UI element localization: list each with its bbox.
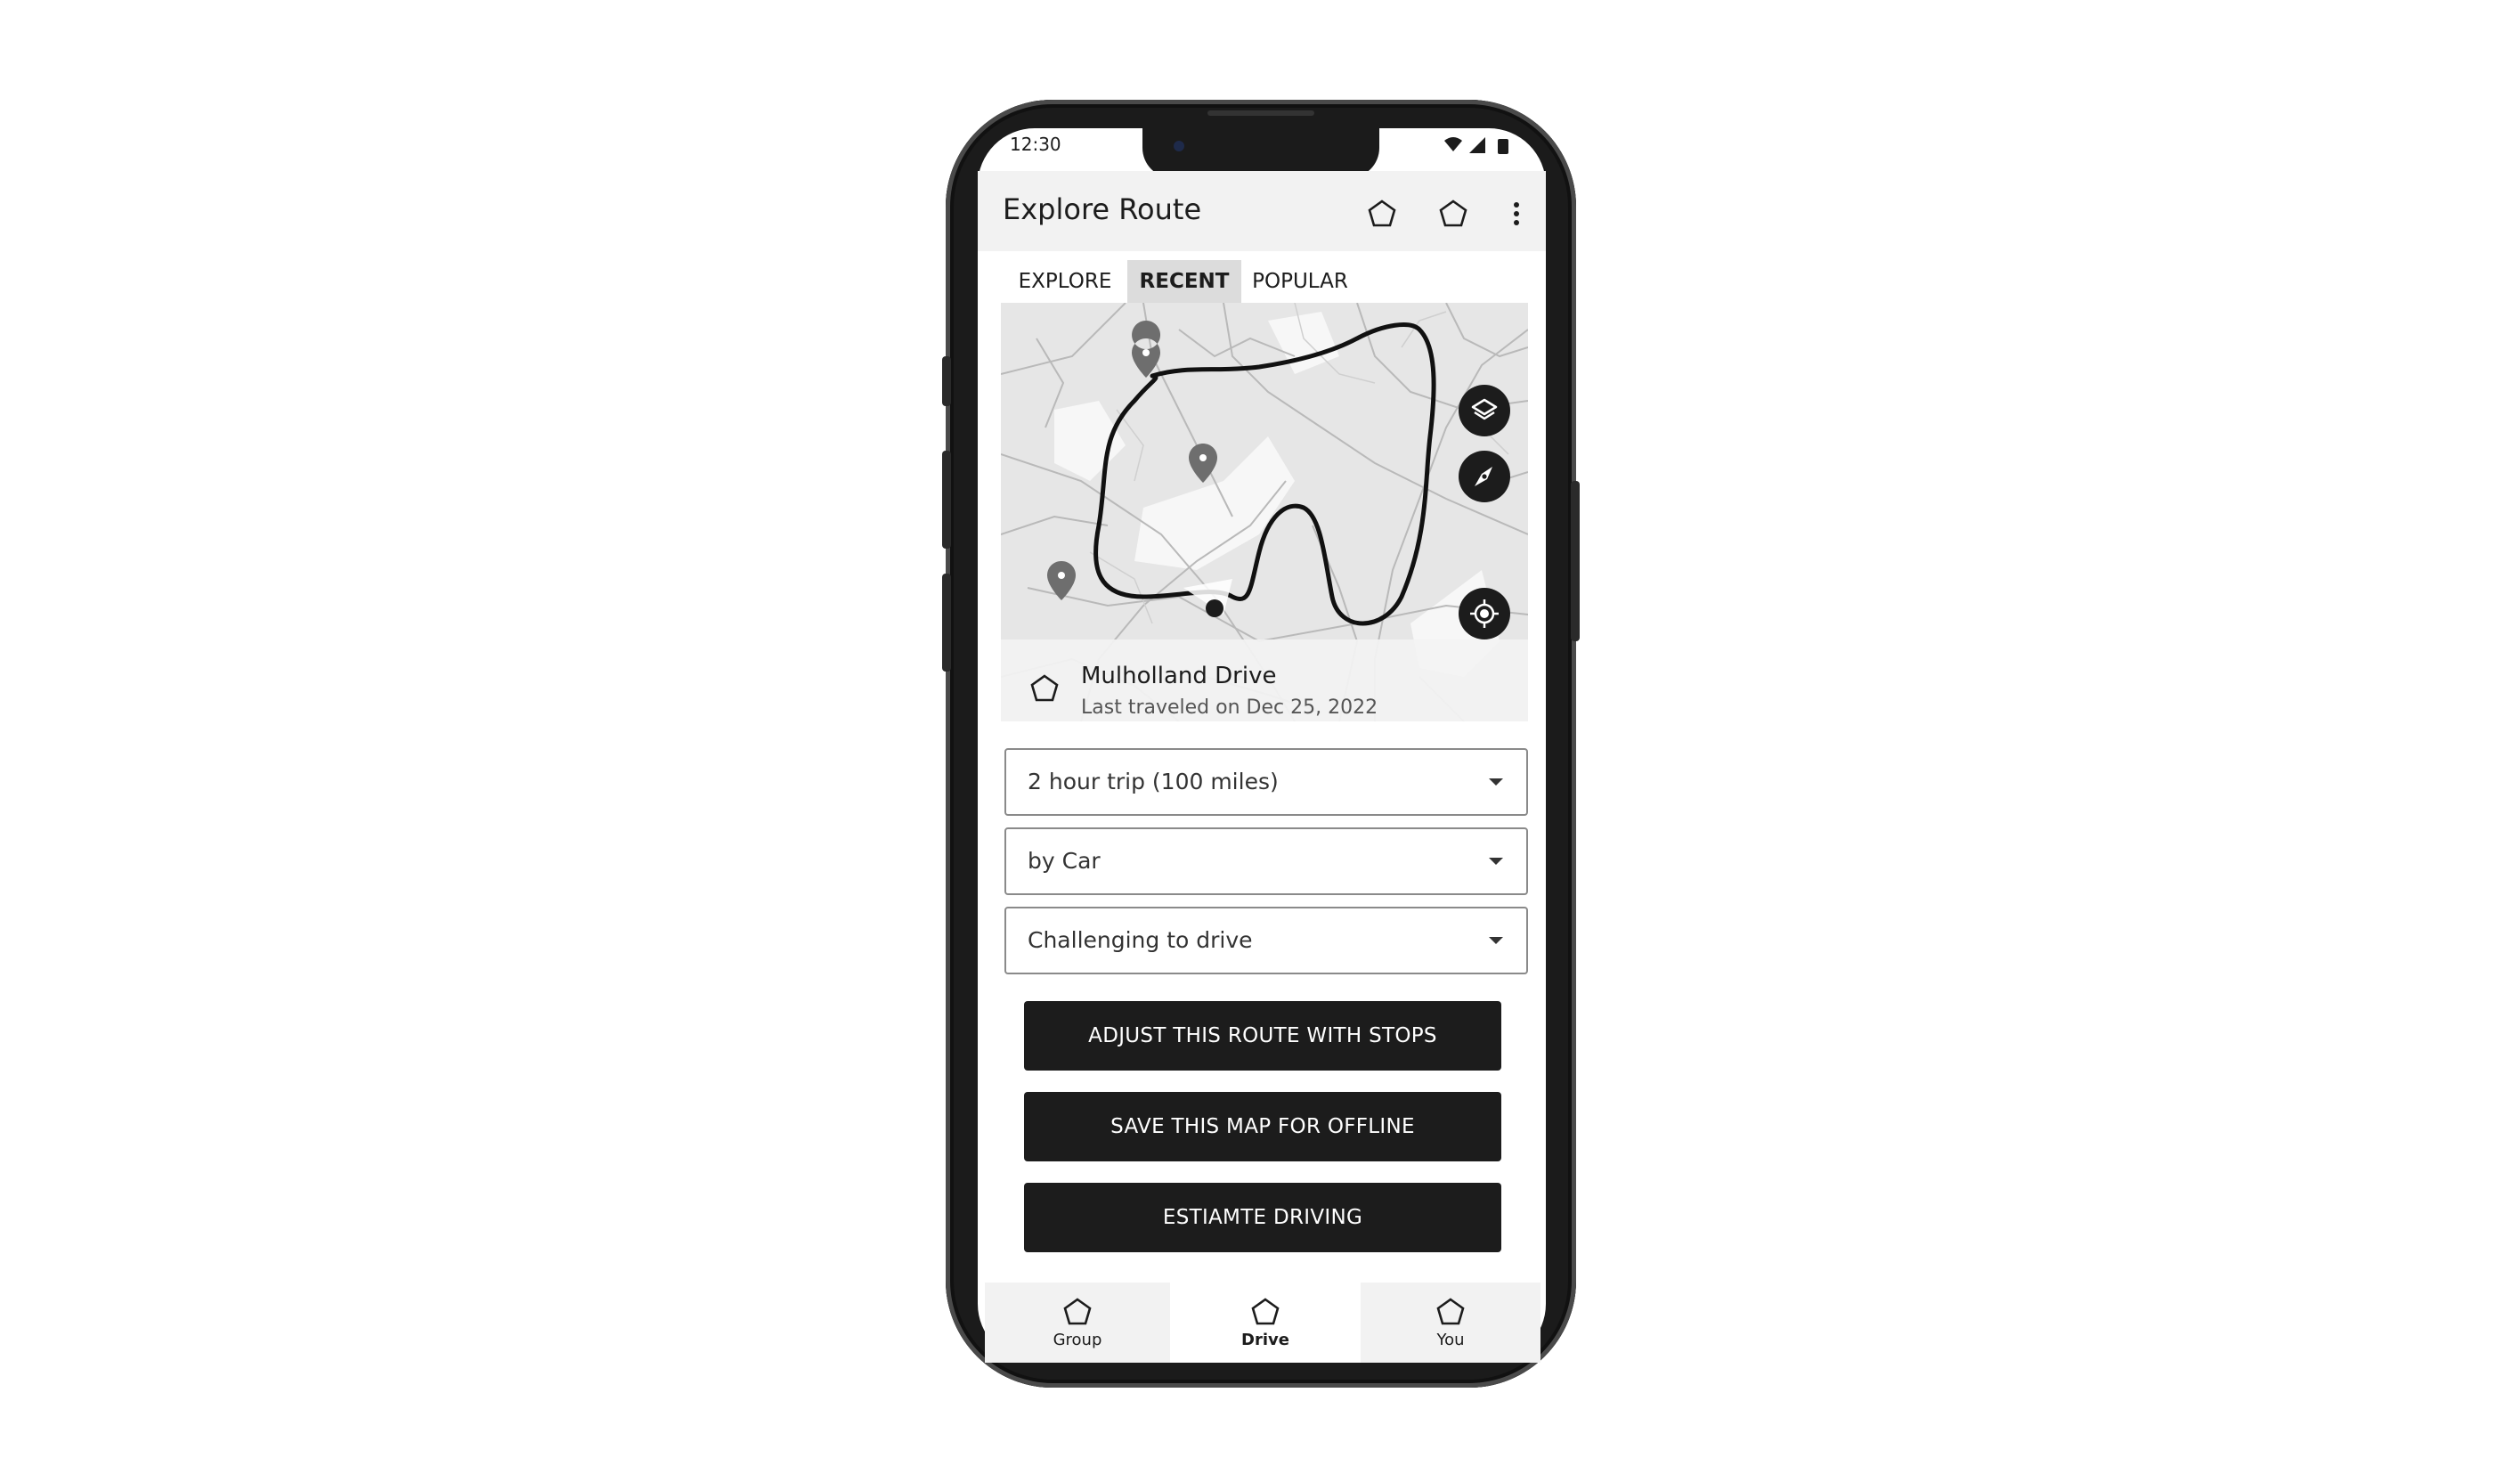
- wifi-icon: [1444, 137, 1462, 151]
- pentagon-icon: [1251, 1297, 1280, 1324]
- status-icons: [1443, 135, 1516, 160]
- transport-mode-value: by Car: [1028, 848, 1101, 874]
- action-pentagon-icon-2[interactable]: [1434, 194, 1473, 233]
- pentagon-icon: [1439, 200, 1467, 227]
- difficulty-select[interactable]: Challenging to drive: [1004, 907, 1528, 974]
- action-pentagon-icon-1[interactable]: [1362, 194, 1402, 233]
- trip-length-select[interactable]: 2 hour trip (100 miles): [1004, 748, 1528, 816]
- earpiece-speaker: [1207, 110, 1314, 116]
- page-title: Explore Route: [1003, 192, 1202, 226]
- transport-mode-select[interactable]: by Car: [1004, 827, 1528, 895]
- nav-label-you: You: [1436, 1330, 1465, 1349]
- layers-button[interactable]: [1459, 385, 1510, 436]
- trip-length-value: 2 hour trip (100 miles): [1028, 769, 1279, 794]
- route-last-traveled: Last traveled on Dec 25, 2022: [1081, 696, 1378, 719]
- my-location-button[interactable]: [1459, 588, 1510, 639]
- adjust-route-button[interactable]: ADJUST THIS ROUTE WITH STOPS: [1024, 1001, 1501, 1071]
- route-name: Mulholland Drive: [1081, 663, 1277, 689]
- volume-down-button: [942, 574, 951, 672]
- route-start-dot: [1206, 599, 1223, 617]
- tab-popular[interactable]: POPULAR: [1243, 260, 1357, 303]
- compass-icon: [1475, 467, 1492, 486]
- status-time: 12:30: [1010, 134, 1061, 155]
- power-button: [1571, 481, 1580, 641]
- more-vert-icon[interactable]: [1503, 194, 1530, 233]
- map-pin-3: [1047, 561, 1076, 600]
- pentagon-icon: [1063, 1297, 1092, 1324]
- pentagon-icon: [1436, 1297, 1465, 1324]
- more-dots-svg: [1514, 202, 1519, 225]
- route-map[interactable]: [1001, 303, 1528, 721]
- volume-up-button: [942, 451, 951, 549]
- save-offline-button[interactable]: SAVE THIS MAP FOR OFFLINE: [1024, 1092, 1501, 1161]
- route-pentagon-icon: [1029, 673, 1060, 707]
- nav-item-you[interactable]: You: [1361, 1283, 1540, 1363]
- map-pin-1: [1132, 321, 1161, 378]
- battery-icon: [1498, 139, 1508, 154]
- compass-button[interactable]: [1459, 451, 1510, 502]
- map-canvas: [1001, 303, 1528, 721]
- nav-label-drive: Drive: [1241, 1330, 1289, 1349]
- signal-icon: [1469, 137, 1485, 153]
- tab-recent[interactable]: RECENT: [1127, 260, 1241, 303]
- mute-switch: [942, 356, 951, 406]
- tab-explore[interactable]: EXPLORE: [1004, 260, 1126, 303]
- estimate-driving-button[interactable]: ESTIAMTE DRIVING: [1024, 1183, 1501, 1252]
- nav-item-group[interactable]: Group: [985, 1283, 1170, 1363]
- status-icons-svg: [1444, 137, 1508, 154]
- front-camera: [1174, 141, 1184, 151]
- pentagon-icon: [1030, 674, 1059, 702]
- nav-label-group: Group: [1053, 1330, 1102, 1349]
- my-location-icon: [1470, 599, 1499, 628]
- dropdown-caret-icon: [1489, 937, 1503, 944]
- layers-icon: [1471, 398, 1498, 420]
- pentagon-icon: [1368, 200, 1396, 227]
- dropdown-caret-icon: [1489, 778, 1503, 786]
- nav-item-drive[interactable]: Drive: [1170, 1283, 1361, 1363]
- dropdown-caret-icon: [1489, 858, 1503, 865]
- difficulty-value: Challenging to drive: [1028, 927, 1253, 953]
